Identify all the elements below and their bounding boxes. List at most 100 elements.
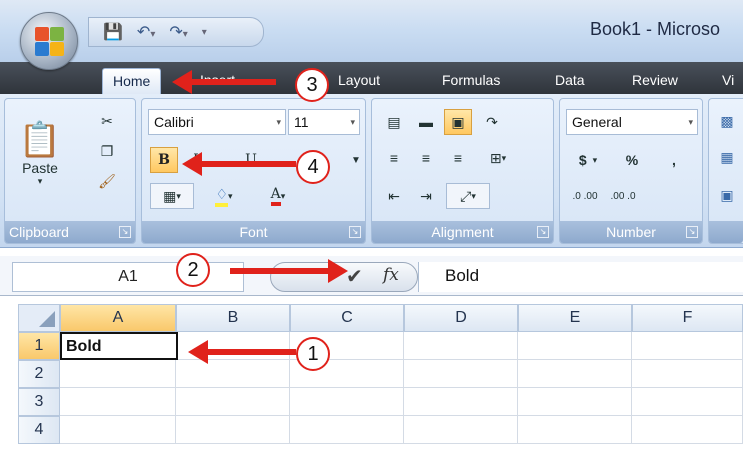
quick-access-toolbar: 💾 ↶▾ ↷▾ ▾ [88, 17, 264, 47]
top-align-icon[interactable]: ▤ [380, 109, 408, 135]
bottom-align-icon[interactable]: ▣ [444, 109, 472, 135]
ribbon: 📋 Paste ▾ ✂ ❐ 🖌 Clipboard ↘ Calibri ▾ 11 ▾… [0, 94, 743, 248]
paste-label: Paste [22, 159, 58, 176]
number-group: General ▾ $ ▾ % , .0 .00 .00 .0 Number ↘ [559, 98, 703, 244]
increase-indent-icon[interactable]: ⇥ [412, 183, 440, 209]
cell[interactable] [518, 332, 632, 360]
align-right-icon[interactable]: ≡ [444, 145, 472, 171]
cell[interactable] [404, 388, 518, 416]
cell[interactable] [632, 360, 743, 388]
cell[interactable] [632, 332, 743, 360]
column-header-c[interactable]: C [290, 304, 404, 332]
row-header-2[interactable]: 2 [18, 360, 60, 388]
number-format-select[interactable]: General ▾ [566, 109, 698, 135]
orientation-icon[interactable]: ⤢ ▾ [446, 183, 490, 209]
cell[interactable] [518, 388, 632, 416]
cell[interactable] [518, 416, 632, 444]
middle-align-icon[interactable]: ▬ [412, 109, 440, 135]
annotation-arrow-2 [230, 259, 348, 283]
cell[interactable] [60, 416, 176, 444]
alignment-launcher-icon[interactable]: ↘ [537, 226, 549, 238]
decrease-decimal-button[interactable]: .00 .0 [606, 183, 640, 209]
tab-page-layout[interactable]: Layout [328, 68, 390, 94]
font-name-select[interactable]: Calibri ▾ [148, 109, 286, 135]
merge-center-icon[interactable]: ⊞ ▾ [478, 145, 518, 171]
column-header-d[interactable]: D [404, 304, 518, 332]
percent-button[interactable]: % [618, 147, 646, 173]
tab-home[interactable]: Home [102, 68, 162, 94]
font-size-value: 11 [294, 114, 309, 130]
cell[interactable] [404, 360, 518, 388]
cell-styles-icon[interactable]: ▣ [717, 183, 737, 207]
cell[interactable] [176, 388, 290, 416]
borders-button[interactable]: ▦ ▾ [150, 183, 194, 209]
annotation-callout-4: 4 [296, 150, 330, 184]
row-header-1[interactable]: 1 [18, 332, 60, 360]
font-color-button[interactable]: A ▾ [254, 183, 302, 209]
enter-check-icon[interactable]: ✔ [346, 264, 363, 289]
font-size-select[interactable]: 11 ▾ [288, 109, 360, 135]
cut-icon[interactable]: ✂ [95, 109, 119, 133]
cell[interactable] [632, 388, 743, 416]
office-button[interactable] [20, 12, 78, 70]
align-left-icon[interactable]: ≡ [380, 145, 408, 171]
font-size-shrink-icon[interactable]: ▼ [348, 147, 364, 173]
fill-color-button[interactable]: ♢ ▾ [200, 183, 248, 209]
customize-qat-icon[interactable]: ▾ [202, 27, 207, 38]
wrap-text-icon[interactable]: ↷ [478, 109, 506, 135]
undo-icon[interactable]: ↶▾ [137, 22, 155, 42]
column-header-f[interactable]: F [632, 304, 743, 332]
font-group-label: Font [142, 221, 365, 243]
tab-data[interactable]: Data [545, 68, 595, 94]
increase-decimal-button[interactable]: .0 .00 [568, 183, 602, 209]
column-header-b[interactable]: B [176, 304, 290, 332]
underline-button[interactable]: U [238, 147, 264, 173]
font-launcher-icon[interactable]: ↘ [349, 226, 361, 238]
format-painter-icon[interactable]: 🖌 [95, 169, 119, 193]
conditional-format-icon[interactable]: ▩ [717, 109, 737, 133]
cell[interactable] [60, 360, 176, 388]
cell[interactable] [176, 360, 290, 388]
cell[interactable] [404, 416, 518, 444]
cell[interactable] [518, 360, 632, 388]
tab-review[interactable]: Review [622, 68, 688, 94]
decrease-indent-icon[interactable]: ⇤ [380, 183, 408, 209]
align-center-icon[interactable]: ≡ [412, 145, 440, 171]
cell[interactable] [60, 388, 176, 416]
number-launcher-icon[interactable]: ↘ [686, 226, 698, 238]
clipboard-group: 📋 Paste ▾ ✂ ❐ 🖌 Clipboard ↘ [4, 98, 136, 244]
save-icon[interactable]: 💾 [103, 22, 123, 42]
formula-bar: A1 ✔ fx Bold [0, 256, 743, 296]
redo-icon[interactable]: ↷▾ [169, 22, 187, 42]
currency-button[interactable]: $ ▾ [568, 147, 608, 173]
cell-a1[interactable]: Bold [60, 332, 178, 360]
annotation-callout-2: 2 [176, 253, 210, 287]
insert-function-icon[interactable]: fx [383, 265, 399, 285]
cell[interactable] [176, 416, 290, 444]
currency-label: $ [578, 152, 587, 168]
comma-button[interactable]: , [660, 147, 688, 173]
row-header-4[interactable]: 4 [18, 416, 60, 444]
row-header-3[interactable]: 3 [18, 388, 60, 416]
cell[interactable] [290, 416, 404, 444]
formula-input[interactable]: Bold [418, 262, 743, 292]
clipboard-launcher-icon[interactable]: ↘ [119, 226, 131, 238]
annotation-arrow-3 [172, 70, 276, 94]
ribbon-tabs: Home Insert Layout Formulas Data Review … [0, 62, 743, 94]
tab-view[interactable]: Vi [712, 68, 743, 94]
cell[interactable] [404, 332, 518, 360]
column-header-a[interactable]: A [60, 304, 176, 332]
format-table-icon[interactable]: ▦ [717, 145, 737, 169]
bold-button[interactable]: B [150, 147, 178, 173]
number-format-value: General [572, 114, 622, 130]
copy-icon[interactable]: ❐ [95, 139, 119, 163]
tab-formulas[interactable]: Formulas [432, 68, 510, 94]
font-name-value: Calibri [154, 114, 194, 130]
cell[interactable] [632, 416, 743, 444]
select-all-corner[interactable] [18, 304, 60, 332]
cell[interactable] [290, 388, 404, 416]
paste-button[interactable]: 📋 Paste ▾ [17, 107, 63, 199]
column-header-e[interactable]: E [518, 304, 632, 332]
font-color-icon: A [270, 186, 281, 206]
alignment-group-label: Alignment [372, 221, 553, 243]
